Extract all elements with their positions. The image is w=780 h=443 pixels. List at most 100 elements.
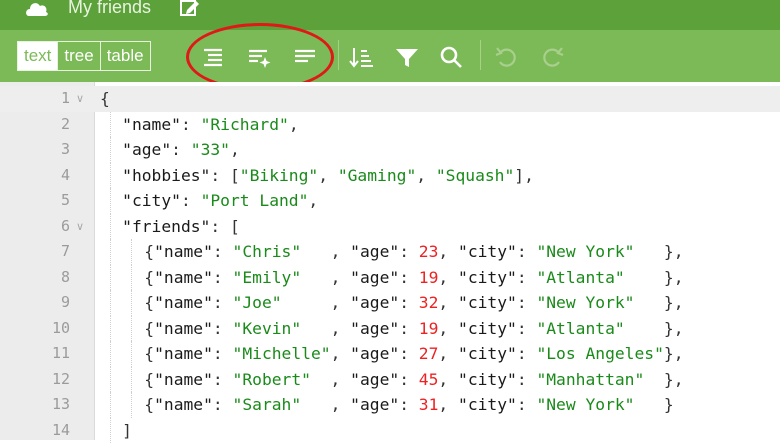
line-number: 6 bbox=[0, 214, 70, 240]
json-punctuation: : bbox=[517, 370, 537, 389]
json-punctuation: }, bbox=[634, 293, 683, 312]
json-string: "Emily" bbox=[233, 268, 302, 287]
code-editor[interactable]: 1∨{2"name": "Richard",3"age": "33",4"hob… bbox=[0, 82, 780, 440]
json-punctuation: , bbox=[301, 268, 350, 287]
json-string: "New York" bbox=[536, 293, 634, 312]
json-string: "Joe" bbox=[233, 293, 282, 312]
toolbar-separator bbox=[480, 40, 481, 70]
sort-button[interactable] bbox=[346, 43, 376, 71]
json-string: "Atlanta" bbox=[536, 268, 624, 287]
json-punctuation: : bbox=[213, 344, 233, 363]
json-punctuation: }, bbox=[625, 319, 684, 338]
redo-button[interactable] bbox=[537, 43, 567, 71]
json-number: 19 bbox=[419, 319, 439, 338]
json-punctuation: , bbox=[301, 319, 350, 338]
json-string: "33" bbox=[191, 140, 230, 159]
json-key: "city" bbox=[122, 191, 181, 210]
code-text: {"name": "Joe" , "age": 32, "city": "New… bbox=[144, 290, 683, 316]
code-line: 10{"name": "Kevin" , "age": 19, "city": … bbox=[0, 316, 780, 342]
code-text: "age": "33", bbox=[122, 137, 240, 163]
json-key: "city" bbox=[458, 293, 517, 312]
json-key: "name" bbox=[154, 395, 213, 414]
json-string: "Gaming" bbox=[338, 166, 416, 185]
code-line: 2 "name": "Richard", bbox=[0, 112, 780, 138]
json-punctuation: ] bbox=[122, 421, 132, 440]
json-punctuation: : bbox=[213, 268, 233, 287]
json-punctuation: , bbox=[438, 242, 458, 261]
json-punctuation: { bbox=[144, 344, 154, 363]
code-text: "name": "Richard", bbox=[122, 112, 298, 138]
json-key: "age" bbox=[350, 242, 399, 261]
line-number: 14 bbox=[0, 418, 70, 443]
json-punctuation: , bbox=[282, 293, 351, 312]
json-punctuation: : bbox=[399, 293, 419, 312]
json-punctuation: { bbox=[144, 268, 154, 287]
search-icon bbox=[442, 48, 461, 67]
code-line: 7{"name": "Chris" , "age": 23, "city": "… bbox=[0, 239, 780, 265]
json-key: "city" bbox=[458, 319, 517, 338]
redo-icon bbox=[544, 48, 563, 66]
json-punctuation: , bbox=[438, 268, 458, 287]
json-punctuation: }, bbox=[644, 370, 683, 389]
indent-guide bbox=[131, 341, 133, 367]
mode-tree-button[interactable]: tree bbox=[58, 42, 100, 70]
mode-table-button[interactable]: table bbox=[101, 42, 150, 70]
json-punctuation: , bbox=[318, 166, 338, 185]
search-button[interactable] bbox=[437, 43, 467, 71]
indent-guide bbox=[131, 392, 133, 418]
mode-text-button[interactable]: text bbox=[18, 42, 58, 70]
json-string: "Michelle" bbox=[233, 344, 331, 363]
json-punctuation: : bbox=[213, 395, 233, 414]
json-punctuation: , bbox=[416, 166, 436, 185]
indent-guide bbox=[110, 418, 112, 443]
json-punctuation: : bbox=[517, 293, 537, 312]
line-number: 5 bbox=[0, 188, 70, 214]
sort-icon bbox=[350, 48, 373, 66]
json-punctuation: , bbox=[438, 319, 458, 338]
code-text: "friends": [ bbox=[122, 214, 240, 240]
json-punctuation: , bbox=[438, 370, 458, 389]
json-punctuation: : bbox=[517, 344, 537, 363]
indent-guide bbox=[110, 367, 112, 393]
json-key: "name" bbox=[154, 344, 213, 363]
json-number: 32 bbox=[419, 293, 439, 312]
code-text: {"name": "Emily" , "age": 19, "city": "A… bbox=[144, 265, 683, 291]
indent-guide bbox=[110, 265, 112, 291]
json-key: "name" bbox=[154, 370, 213, 389]
json-key: "name" bbox=[122, 115, 181, 134]
line-number: 11 bbox=[0, 341, 70, 367]
indent-guide bbox=[131, 265, 133, 291]
json-string: "Robert" bbox=[233, 370, 311, 389]
line-number: 3 bbox=[0, 137, 70, 163]
edit-icon[interactable] bbox=[180, 0, 200, 16]
line-number: 8 bbox=[0, 265, 70, 291]
undo-button[interactable] bbox=[492, 43, 522, 71]
fold-toggle-icon[interactable]: ∨ bbox=[76, 86, 84, 112]
line-number: 2 bbox=[0, 112, 70, 138]
indent-guide bbox=[131, 239, 133, 265]
json-punctuation: ], bbox=[514, 166, 534, 185]
json-punctuation: : bbox=[517, 395, 537, 414]
json-punctuation: : bbox=[399, 395, 419, 414]
line-number: 10 bbox=[0, 316, 70, 342]
json-key: "age" bbox=[350, 319, 399, 338]
code-text: "hobbies": ["Biking", "Gaming", "Squash"… bbox=[122, 163, 534, 189]
json-string: "Los Angeles" bbox=[536, 344, 663, 363]
json-key: "name" bbox=[154, 319, 213, 338]
code-line: 9{"name": "Joe" , "age": 32, "city": "Ne… bbox=[0, 290, 780, 316]
line-number: 7 bbox=[0, 239, 70, 265]
json-punctuation: { bbox=[144, 242, 154, 261]
json-key: "age" bbox=[122, 140, 171, 159]
fold-toggle-icon[interactable]: ∨ bbox=[76, 214, 84, 240]
json-punctuation: }, bbox=[625, 268, 684, 287]
json-punctuation: : bbox=[213, 242, 233, 261]
json-punctuation: : bbox=[181, 191, 201, 210]
json-punctuation: : bbox=[213, 319, 233, 338]
indent-guide bbox=[110, 188, 112, 214]
indent-guide bbox=[110, 214, 112, 240]
mode-switcher: text tree table bbox=[17, 41, 151, 71]
json-number: 45 bbox=[419, 370, 439, 389]
line-number: 4 bbox=[0, 163, 70, 189]
json-punctuation: , bbox=[301, 395, 350, 414]
filter-button[interactable] bbox=[392, 43, 422, 71]
